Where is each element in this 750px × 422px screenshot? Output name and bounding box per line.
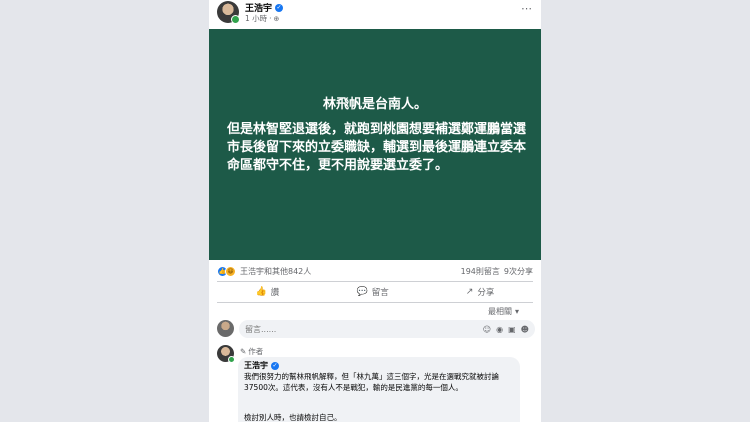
author-badge-label: 作者 [248,347,264,356]
action-bar: 👍 讚 💬 留言 ↗ 分享 [217,283,533,301]
verified-badge-icon: ✓ [275,3,284,12]
comment-author[interactable]: 王浩宇 ✓ [244,360,279,371]
current-user-avatar[interactable] [217,320,234,337]
pencil-icon: ✎ [240,347,247,356]
reactions-row: 👍 😆 王浩宇和其他842人 194則留言 9次分享 [217,264,533,278]
gif-icon[interactable]: ▣ [508,325,516,334]
post-meta: 1 小時 · ⊕ [245,13,280,24]
haha-icon: 😆 [225,265,236,277]
comment-composer[interactable]: ☺ ◉ ▣ ☻ [239,320,535,338]
verified-badge-icon: ✓ [271,361,279,370]
comment-button[interactable]: 💬 留言 [356,286,388,298]
post-timestamp[interactable]: 1 小時 [245,13,267,24]
chevron-down-icon: ▾ [514,307,519,316]
like-button-label: 讚 [270,288,280,298]
reaction-summary[interactable]: 王浩宇和其他842人 [240,266,311,277]
divider [217,281,533,282]
post-image-title: 林飛帆是台南人。 [322,97,427,112]
camera-icon[interactable]: ◉ [496,325,503,334]
comment-author-name[interactable]: 王浩宇 [244,360,268,371]
sort-label: 最相關 [487,307,512,316]
comment-input[interactable] [245,324,445,334]
comment-count[interactable]: 194則留言 [461,266,500,277]
engagement-counts: 194則留言 9次分享 [461,266,533,277]
online-status-dot [228,356,235,363]
online-status-dot [231,15,240,24]
share-button-label: 分享 [477,288,495,298]
more-options-icon[interactable]: ⋯ [521,2,532,15]
post-card: 王浩宇 ✓ 1 小時 · ⊕ ⋯ 林飛帆是台南人。 但是林智堅退選後，就跑到桃園… [209,0,541,422]
author-badge: ✎ 作者 [240,346,263,357]
comment-text: 我們很努力的幫林飛帆解釋，但「林九萬」這三個字，光是在選戰究就被討論37500次… [244,372,499,392]
comment-text-second: 檢討別人時，也請檢討自己。 [244,413,342,422]
comment-author-avatar[interactable] [217,345,235,363]
like-button[interactable]: 👍 讚 [256,286,280,298]
comment-button-label: 留言 [371,288,389,298]
share-count[interactable]: 9次分享 [504,266,533,277]
divider [217,302,533,303]
share-icon: ↗ [465,287,474,297]
post-image[interactable]: 林飛帆是台南人。 但是林智堅退選後，就跑到桃園想要補選鄭運鵬當選市長後留下來的立… [209,29,541,260]
comment-sort-dropdown[interactable]: 最相關 ▾ [488,306,519,317]
share-button[interactable]: ↗ 分享 [466,286,495,298]
emoji-icon[interactable]: ☺ [483,325,491,334]
post-image-body: 但是林智堅退選後，就跑到桃園想要補選鄭運鵬當選市長後留下來的立委職缺，輔選到最後… [227,122,527,173]
comment-icon: 💬 [356,287,368,297]
sticker-icon[interactable]: ☻ [521,325,529,334]
globe-icon: ⊕ [273,14,280,23]
comment-bubble: 王浩宇 ✓ 我們很努力的幫林飛帆解釋，但「林九萬」這三個字，光是在選戰究就被討論… [238,357,520,422]
composer-tools: ☺ ◉ ▣ ☻ [483,325,529,334]
author-avatar[interactable] [217,1,240,24]
reaction-icons[interactable]: 👍 😆 [217,265,236,277]
thumbs-up-icon: 👍 [255,287,267,297]
